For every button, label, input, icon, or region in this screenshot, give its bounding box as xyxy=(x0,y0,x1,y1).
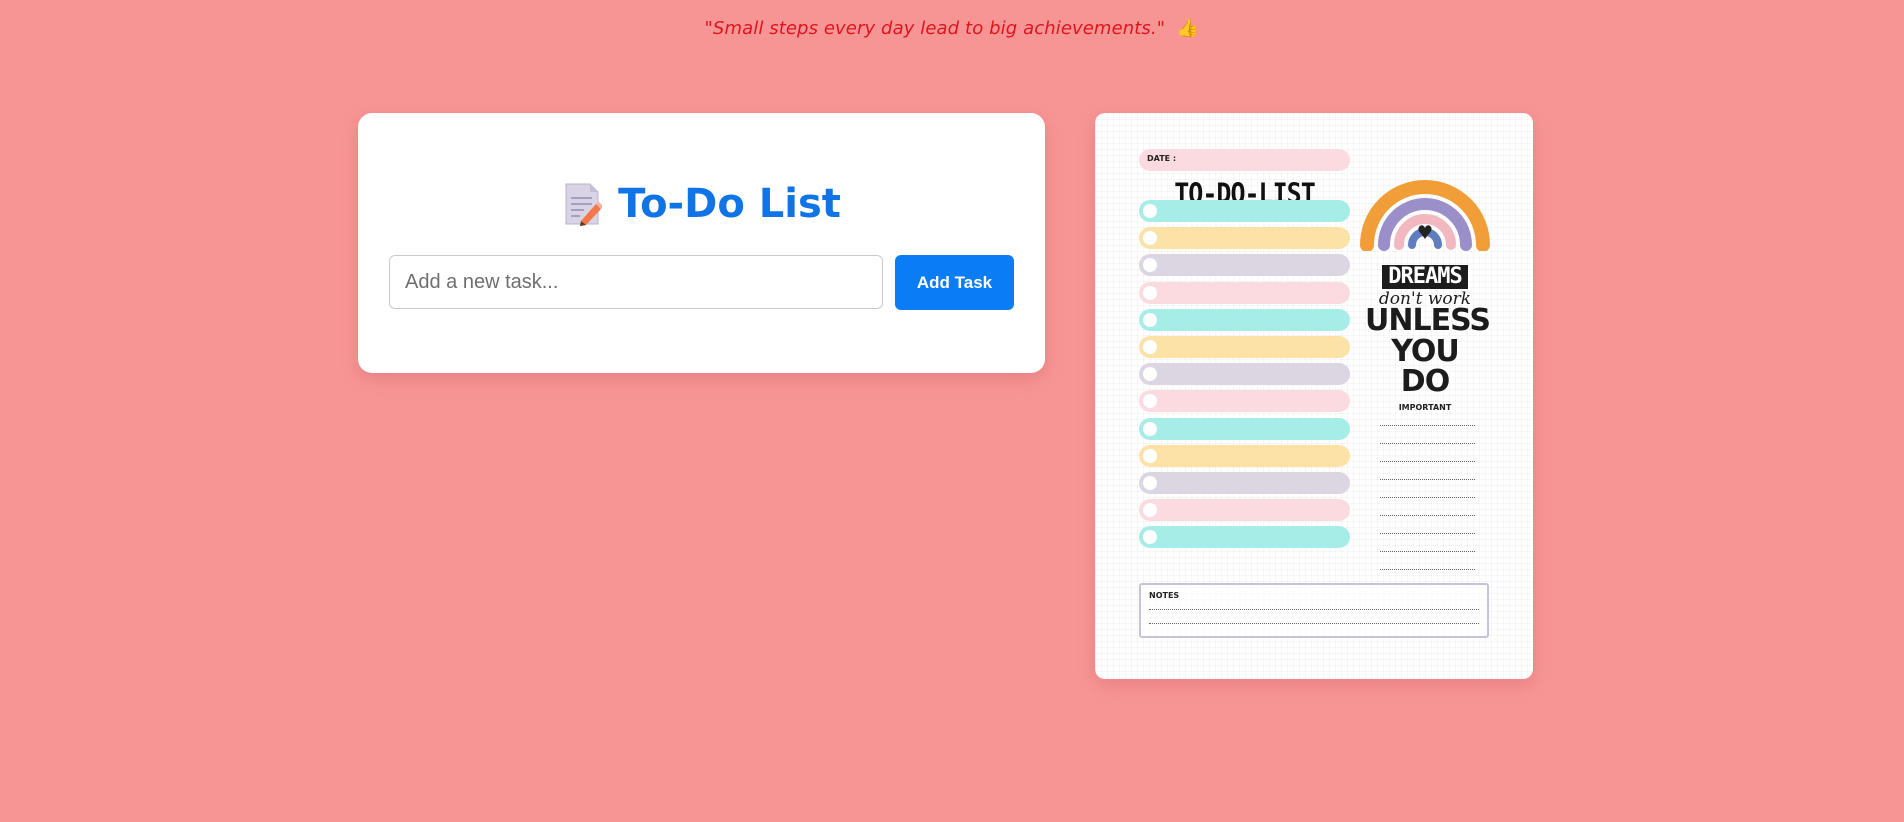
checkbox-circle-icon xyxy=(1143,448,1157,463)
dreams-line-3: UNLESS xyxy=(1365,303,1491,338)
dreams-line-1: DREAMS xyxy=(1382,265,1468,289)
planner-row xyxy=(1139,363,1350,386)
checkbox-circle-icon xyxy=(1143,204,1157,218)
planner-date-label: DATE : xyxy=(1147,154,1177,163)
checkbox-circle-icon xyxy=(1143,312,1157,327)
important-line xyxy=(1380,515,1475,516)
important-line xyxy=(1380,425,1475,426)
quote-text: "Small steps every day lead to big achie… xyxy=(704,18,1166,39)
notes-label: NOTES xyxy=(1149,591,1180,600)
important-line xyxy=(1380,461,1475,462)
planner-row xyxy=(1139,390,1350,413)
important-line xyxy=(1380,443,1475,444)
planner-row xyxy=(1139,444,1350,467)
dreams-line-4: YOU DO xyxy=(1391,334,1460,399)
planner-row xyxy=(1139,499,1350,522)
planner-row xyxy=(1139,336,1350,358)
page-title: To-Do List xyxy=(618,181,841,227)
planner-image: DATE : TO-DO-LIST DREAMS don't work UNLE… xyxy=(1095,113,1533,679)
important-line xyxy=(1380,497,1475,498)
todo-card: To-Do List Add Task xyxy=(358,113,1045,373)
motivational-quote: "Small steps every day lead to big achie… xyxy=(0,18,1904,39)
planner-row xyxy=(1139,200,1350,222)
important-line xyxy=(1380,551,1475,552)
thumbs-up-icon: 👍 xyxy=(1176,18,1200,39)
checkbox-circle-icon xyxy=(1143,285,1157,300)
checkbox-circle-icon xyxy=(1143,476,1157,490)
planner-row xyxy=(1139,254,1350,277)
planner-row xyxy=(1139,227,1350,250)
checkbox-circle-icon xyxy=(1143,394,1157,409)
checkbox-circle-icon xyxy=(1143,367,1157,382)
notes-line xyxy=(1149,623,1479,624)
planner-row xyxy=(1139,281,1350,304)
todo-header: To-Do List xyxy=(358,181,1045,227)
task-input[interactable] xyxy=(389,255,883,309)
checkbox-circle-icon xyxy=(1143,231,1157,246)
planner-row xyxy=(1139,526,1350,549)
checkbox-circle-icon xyxy=(1143,530,1157,545)
important-line xyxy=(1380,479,1475,480)
checkbox-circle-icon xyxy=(1143,503,1157,518)
checkbox-circle-icon xyxy=(1143,340,1157,354)
important-line xyxy=(1380,533,1475,534)
checkbox-circle-icon xyxy=(1143,421,1157,436)
notes-box: NOTES xyxy=(1139,583,1489,638)
planner-row xyxy=(1139,417,1350,440)
planner-row xyxy=(1139,308,1350,331)
notes-line xyxy=(1149,609,1479,610)
planner-date-field: DATE : xyxy=(1139,149,1350,171)
add-task-button[interactable]: Add Task xyxy=(895,255,1014,310)
important-line xyxy=(1380,569,1475,570)
memo-icon xyxy=(565,183,603,226)
important-label: IMPORTANT xyxy=(1398,403,1452,412)
rainbow-icon xyxy=(1360,180,1490,251)
dreams-quote: DREAMS don't work UNLESS YOU DO xyxy=(1365,265,1491,399)
checkbox-circle-icon xyxy=(1143,258,1157,273)
planner-row xyxy=(1139,472,1350,494)
